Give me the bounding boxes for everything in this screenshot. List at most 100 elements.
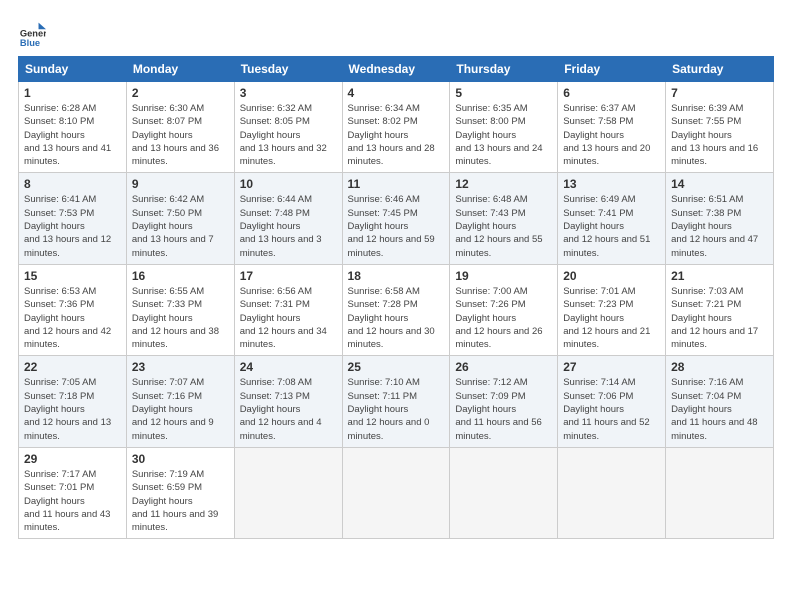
calendar-header-row: SundayMondayTuesdayWednesdayThursdayFrid… xyxy=(19,57,774,82)
calendar-cell xyxy=(558,447,666,538)
calendar-cell: 19 Sunrise: 7:00 AMSunset: 7:26 PMDaylig… xyxy=(450,264,558,355)
day-number: 9 xyxy=(132,177,229,191)
day-number: 14 xyxy=(671,177,768,191)
day-number: 2 xyxy=(132,86,229,100)
day-info: Sunrise: 6:44 AMSunset: 7:48 PMDaylight … xyxy=(240,194,322,258)
day-info: Sunrise: 6:48 AMSunset: 7:43 PMDaylight … xyxy=(455,194,542,258)
calendar-week-row: 1 Sunrise: 6:28 AMSunset: 8:10 PMDayligh… xyxy=(19,82,774,173)
calendar-cell: 7 Sunrise: 6:39 AMSunset: 7:55 PMDayligh… xyxy=(666,82,774,173)
calendar-cell: 24 Sunrise: 7:08 AMSunset: 7:13 PMDaylig… xyxy=(234,356,342,447)
day-info: Sunrise: 6:35 AMSunset: 8:00 PMDaylight … xyxy=(455,103,542,167)
day-info: Sunrise: 7:01 AMSunset: 7:23 PMDaylight … xyxy=(563,286,650,350)
day-number: 5 xyxy=(455,86,552,100)
day-number: 22 xyxy=(24,360,121,374)
day-info: Sunrise: 6:51 AMSunset: 7:38 PMDaylight … xyxy=(671,194,758,258)
day-info: Sunrise: 7:07 AMSunset: 7:16 PMDaylight … xyxy=(132,377,214,441)
day-info: Sunrise: 6:39 AMSunset: 7:55 PMDaylight … xyxy=(671,103,758,167)
svg-text:Blue: Blue xyxy=(20,38,40,46)
day-info: Sunrise: 7:19 AMSunset: 6:59 PMDaylight … xyxy=(132,469,218,533)
calendar-cell: 9 Sunrise: 6:42 AMSunset: 7:50 PMDayligh… xyxy=(126,173,234,264)
calendar-body: 1 Sunrise: 6:28 AMSunset: 8:10 PMDayligh… xyxy=(19,82,774,539)
calendar-cell xyxy=(666,447,774,538)
day-number: 28 xyxy=(671,360,768,374)
calendar-cell: 4 Sunrise: 6:34 AMSunset: 8:02 PMDayligh… xyxy=(342,82,450,173)
day-info: Sunrise: 6:41 AMSunset: 7:53 PMDaylight … xyxy=(24,194,111,258)
day-info: Sunrise: 6:58 AMSunset: 7:28 PMDaylight … xyxy=(348,286,435,350)
day-number: 30 xyxy=(132,452,229,466)
day-header-monday: Monday xyxy=(126,57,234,82)
day-header-saturday: Saturday xyxy=(666,57,774,82)
calendar-cell: 3 Sunrise: 6:32 AMSunset: 8:05 PMDayligh… xyxy=(234,82,342,173)
day-info: Sunrise: 6:49 AMSunset: 7:41 PMDaylight … xyxy=(563,194,650,258)
day-info: Sunrise: 7:14 AMSunset: 7:06 PMDaylight … xyxy=(563,377,649,441)
day-number: 3 xyxy=(240,86,337,100)
day-header-wednesday: Wednesday xyxy=(342,57,450,82)
day-number: 25 xyxy=(348,360,445,374)
day-info: Sunrise: 7:08 AMSunset: 7:13 PMDaylight … xyxy=(240,377,322,441)
day-header-thursday: Thursday xyxy=(450,57,558,82)
day-number: 19 xyxy=(455,269,552,283)
day-number: 26 xyxy=(455,360,552,374)
calendar-week-row: 22 Sunrise: 7:05 AMSunset: 7:18 PMDaylig… xyxy=(19,356,774,447)
calendar-cell: 13 Sunrise: 6:49 AMSunset: 7:41 PMDaylig… xyxy=(558,173,666,264)
calendar-cell: 25 Sunrise: 7:10 AMSunset: 7:11 PMDaylig… xyxy=(342,356,450,447)
calendar-cell: 16 Sunrise: 6:55 AMSunset: 7:33 PMDaylig… xyxy=(126,264,234,355)
calendar-cell: 1 Sunrise: 6:28 AMSunset: 8:10 PMDayligh… xyxy=(19,82,127,173)
day-info: Sunrise: 6:30 AMSunset: 8:07 PMDaylight … xyxy=(132,103,219,167)
calendar-cell: 22 Sunrise: 7:05 AMSunset: 7:18 PMDaylig… xyxy=(19,356,127,447)
calendar-cell: 20 Sunrise: 7:01 AMSunset: 7:23 PMDaylig… xyxy=(558,264,666,355)
calendar-cell xyxy=(342,447,450,538)
day-number: 12 xyxy=(455,177,552,191)
day-info: Sunrise: 7:05 AMSunset: 7:18 PMDaylight … xyxy=(24,377,111,441)
calendar-cell: 5 Sunrise: 6:35 AMSunset: 8:00 PMDayligh… xyxy=(450,82,558,173)
calendar-cell: 30 Sunrise: 7:19 AMSunset: 6:59 PMDaylig… xyxy=(126,447,234,538)
day-info: Sunrise: 6:37 AMSunset: 7:58 PMDaylight … xyxy=(563,103,650,167)
day-header-friday: Friday xyxy=(558,57,666,82)
day-number: 11 xyxy=(348,177,445,191)
day-header-sunday: Sunday xyxy=(19,57,127,82)
calendar-cell: 18 Sunrise: 6:58 AMSunset: 7:28 PMDaylig… xyxy=(342,264,450,355)
day-number: 20 xyxy=(563,269,660,283)
day-number: 15 xyxy=(24,269,121,283)
calendar-table: SundayMondayTuesdayWednesdayThursdayFrid… xyxy=(18,56,774,539)
calendar-cell xyxy=(234,447,342,538)
calendar-cell: 8 Sunrise: 6:41 AMSunset: 7:53 PMDayligh… xyxy=(19,173,127,264)
day-info: Sunrise: 7:16 AMSunset: 7:04 PMDaylight … xyxy=(671,377,757,441)
day-number: 8 xyxy=(24,177,121,191)
calendar-cell: 28 Sunrise: 7:16 AMSunset: 7:04 PMDaylig… xyxy=(666,356,774,447)
calendar-cell: 11 Sunrise: 6:46 AMSunset: 7:45 PMDaylig… xyxy=(342,173,450,264)
day-number: 29 xyxy=(24,452,121,466)
day-number: 13 xyxy=(563,177,660,191)
calendar-cell xyxy=(450,447,558,538)
day-info: Sunrise: 6:42 AMSunset: 7:50 PMDaylight … xyxy=(132,194,214,258)
calendar-cell: 15 Sunrise: 6:53 AMSunset: 7:36 PMDaylig… xyxy=(19,264,127,355)
logo: General Blue xyxy=(18,18,50,46)
day-info: Sunrise: 7:10 AMSunset: 7:11 PMDaylight … xyxy=(348,377,430,441)
day-info: Sunrise: 6:53 AMSunset: 7:36 PMDaylight … xyxy=(24,286,111,350)
calendar-cell: 10 Sunrise: 6:44 AMSunset: 7:48 PMDaylig… xyxy=(234,173,342,264)
calendar-cell: 21 Sunrise: 7:03 AMSunset: 7:21 PMDaylig… xyxy=(666,264,774,355)
day-number: 16 xyxy=(132,269,229,283)
calendar-cell: 12 Sunrise: 6:48 AMSunset: 7:43 PMDaylig… xyxy=(450,173,558,264)
day-info: Sunrise: 7:00 AMSunset: 7:26 PMDaylight … xyxy=(455,286,542,350)
day-number: 4 xyxy=(348,86,445,100)
calendar-cell: 26 Sunrise: 7:12 AMSunset: 7:09 PMDaylig… xyxy=(450,356,558,447)
day-number: 1 xyxy=(24,86,121,100)
day-header-tuesday: Tuesday xyxy=(234,57,342,82)
calendar-cell: 23 Sunrise: 7:07 AMSunset: 7:16 PMDaylig… xyxy=(126,356,234,447)
calendar-cell: 14 Sunrise: 6:51 AMSunset: 7:38 PMDaylig… xyxy=(666,173,774,264)
day-info: Sunrise: 7:03 AMSunset: 7:21 PMDaylight … xyxy=(671,286,758,350)
day-number: 24 xyxy=(240,360,337,374)
day-info: Sunrise: 6:55 AMSunset: 7:33 PMDaylight … xyxy=(132,286,219,350)
page-header: General Blue xyxy=(18,18,774,46)
day-number: 7 xyxy=(671,86,768,100)
day-info: Sunrise: 7:17 AMSunset: 7:01 PMDaylight … xyxy=(24,469,110,533)
day-number: 18 xyxy=(348,269,445,283)
day-number: 17 xyxy=(240,269,337,283)
calendar-cell: 2 Sunrise: 6:30 AMSunset: 8:07 PMDayligh… xyxy=(126,82,234,173)
day-info: Sunrise: 6:32 AMSunset: 8:05 PMDaylight … xyxy=(240,103,327,167)
calendar-cell: 29 Sunrise: 7:17 AMSunset: 7:01 PMDaylig… xyxy=(19,447,127,538)
day-info: Sunrise: 7:12 AMSunset: 7:09 PMDaylight … xyxy=(455,377,541,441)
day-number: 6 xyxy=(563,86,660,100)
calendar-cell: 6 Sunrise: 6:37 AMSunset: 7:58 PMDayligh… xyxy=(558,82,666,173)
